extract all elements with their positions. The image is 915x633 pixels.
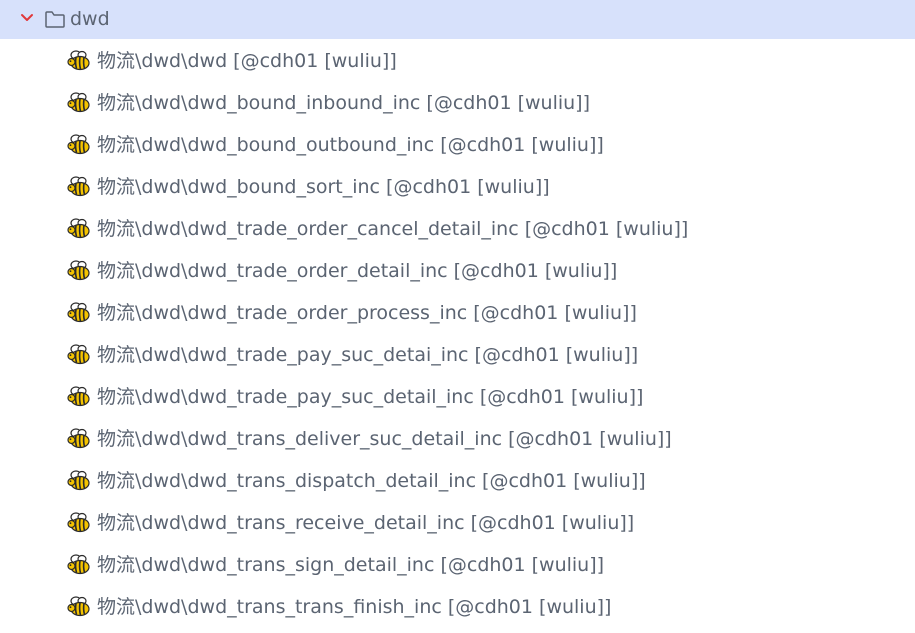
tree-item-label: 物流\dwd\dwd_trade_pay_suc_detail_inc [@cd… [97,386,644,408]
tree-item-label: 物流\dwd\dwd_trans_trans_finish_inc [@cdh0… [97,596,612,618]
hive-bee-icon [67,92,90,113]
hive-bee-icon [67,260,90,281]
tree-item-label: 物流\dwd\dwd_trans_dispatch_detail_inc [@c… [97,470,646,492]
hive-bee-icon [67,428,90,449]
tree-item-13[interactable]: 物流\dwd\dwd_trans_trans_finish_inc [@cdh0… [0,586,915,628]
tree-item-label: 物流\dwd\dwd [@cdh01 [wuliu]] [97,50,397,72]
tree-item-12[interactable]: 物流\dwd\dwd_trans_sign_detail_inc [@cdh01… [0,544,915,586]
hive-bee-icon [67,554,90,575]
folder-children-list: 物流\dwd\dwd [@cdh01 [wuliu]] 物流\dwd\dwd_b… [0,40,915,628]
tree-item-label: 物流\dwd\dwd_bound_sort_inc [@cdh01 [wuliu… [97,176,550,198]
project-tree: dwd 物流\dwd\dwd [@cdh01 [wuliu]] 物流\dwd\d… [0,0,915,633]
tree-item-7[interactable]: 物流\dwd\dwd_trade_pay_suc_detai_inc [@cdh… [0,334,915,376]
tree-item-9[interactable]: 物流\dwd\dwd_trans_deliver_suc_detail_inc … [0,418,915,460]
tree-item-label: 物流\dwd\dwd_trans_deliver_suc_detail_inc … [97,428,672,450]
chevron-down-icon[interactable] [20,13,34,23]
folder-icon [45,11,65,28]
hive-bee-icon [67,176,90,197]
tree-item-5[interactable]: 物流\dwd\dwd_trade_order_detail_inc [@cdh0… [0,250,915,292]
tree-item-0[interactable]: 物流\dwd\dwd [@cdh01 [wuliu]] [0,40,915,82]
hive-bee-icon [67,512,90,533]
tree-item-label: 物流\dwd\dwd_trans_receive_detail_inc [@cd… [97,512,635,534]
tree-item-label: 物流\dwd\dwd_trans_sign_detail_inc [@cdh01… [97,554,605,576]
hive-bee-icon [67,596,90,617]
tree-item-label: 物流\dwd\dwd_trade_pay_suc_detai_inc [@cdh… [97,344,639,366]
hive-bee-icon [67,470,90,491]
tree-item-label: 物流\dwd\dwd_trade_order_process_inc [@cdh… [97,302,637,324]
folder-row-dwd[interactable]: dwd [0,0,915,39]
tree-item-11[interactable]: 物流\dwd\dwd_trans_receive_detail_inc [@cd… [0,502,915,544]
tree-item-label: 物流\dwd\dwd_bound_inbound_inc [@cdh01 [wu… [97,92,591,114]
hive-bee-icon [67,302,90,323]
tree-item-10[interactable]: 物流\dwd\dwd_trans_dispatch_detail_inc [@c… [0,460,915,502]
folder-label: dwd [70,8,110,30]
hive-bee-icon [67,218,90,239]
tree-item-8[interactable]: 物流\dwd\dwd_trade_pay_suc_detail_inc [@cd… [0,376,915,418]
hive-bee-icon [67,344,90,365]
hive-bee-icon [67,134,90,155]
tree-item-2[interactable]: 物流\dwd\dwd_bound_outbound_inc [@cdh01 [w… [0,124,915,166]
tree-item-label: 物流\dwd\dwd_trade_order_cancel_detail_inc… [97,218,689,240]
tree-item-6[interactable]: 物流\dwd\dwd_trade_order_process_inc [@cdh… [0,292,915,334]
tree-item-3[interactable]: 物流\dwd\dwd_bound_sort_inc [@cdh01 [wuliu… [0,166,915,208]
tree-item-4[interactable]: 物流\dwd\dwd_trade_order_cancel_detail_inc… [0,208,915,250]
tree-item-1[interactable]: 物流\dwd\dwd_bound_inbound_inc [@cdh01 [wu… [0,82,915,124]
tree-item-label: 物流\dwd\dwd_bound_outbound_inc [@cdh01 [w… [97,134,604,156]
tree-item-label: 物流\dwd\dwd_trade_order_detail_inc [@cdh0… [97,260,618,282]
hive-bee-icon [67,386,90,407]
hive-bee-icon [67,50,90,71]
